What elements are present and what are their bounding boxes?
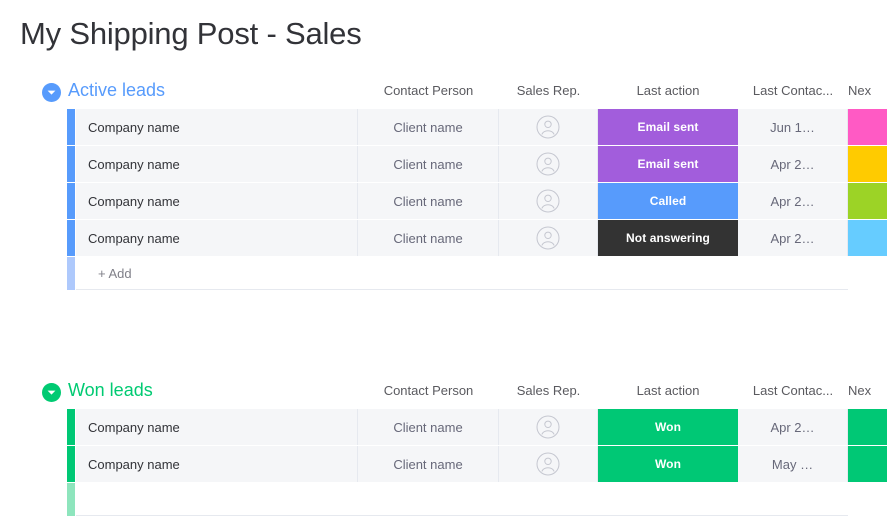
- person-avatar-icon: [536, 152, 560, 176]
- group-won-leads: Won leads Contact Person Sales Rep. Last…: [0, 378, 887, 516]
- cell-sales-rep[interactable]: [499, 109, 598, 145]
- cell-contact-person[interactable]: Client name: [358, 109, 499, 145]
- table-row[interactable]: Company name Client name Called Apr 2…: [0, 183, 887, 219]
- row-color-bar: [67, 446, 75, 482]
- cell-next-status[interactable]: [848, 183, 887, 219]
- column-header-contact-person[interactable]: Contact Person: [358, 381, 499, 400]
- add-row-color-bar: [67, 483, 75, 516]
- row-color-bar: [67, 183, 75, 219]
- cell-contact-person[interactable]: Client name: [358, 220, 499, 256]
- cell-last-action-status[interactable]: Called: [598, 183, 738, 219]
- cell-last-action-status[interactable]: Won: [598, 446, 738, 482]
- cell-company-name[interactable]: Company name: [76, 220, 358, 256]
- cell-last-contact-date[interactable]: May …: [738, 446, 848, 482]
- board-canvas: My Shipping Post - Sales Active leads Co…: [0, 0, 887, 518]
- add-row[interactable]: [0, 483, 887, 516]
- column-header-last-contact[interactable]: Last Contac...: [738, 81, 848, 100]
- cell-company-name[interactable]: Company name: [76, 409, 358, 445]
- cell-sales-rep[interactable]: [499, 446, 598, 482]
- person-avatar-icon: [536, 115, 560, 139]
- page-title: My Shipping Post - Sales: [20, 16, 362, 51]
- cell-next-status[interactable]: [848, 220, 887, 256]
- group-rows: Company name Client name Email sent Jun …: [0, 109, 887, 290]
- table-row[interactable]: Company name Client name Email sent Jun …: [0, 109, 887, 145]
- cell-sales-rep[interactable]: [499, 146, 598, 182]
- column-header-sales-rep[interactable]: Sales Rep.: [499, 81, 598, 100]
- add-item-button[interactable]: [76, 483, 848, 516]
- cell-last-contact-date[interactable]: Apr 2…: [738, 183, 848, 219]
- cell-last-contact-date[interactable]: Jun 1…: [738, 109, 848, 145]
- cell-next-status[interactable]: [848, 146, 887, 182]
- cell-next-status[interactable]: [848, 446, 887, 482]
- person-avatar-icon: [536, 189, 560, 213]
- cell-next-status[interactable]: [848, 109, 887, 145]
- column-header-next[interactable]: Nex: [848, 381, 887, 400]
- column-header-last-action[interactable]: Last action: [598, 81, 738, 100]
- cell-last-contact-date[interactable]: Apr 2…: [738, 146, 848, 182]
- table-row[interactable]: Company name Client name Won Apr 2…: [0, 409, 887, 445]
- cell-contact-person[interactable]: Client name: [358, 409, 499, 445]
- group-header: Won leads Contact Person Sales Rep. Last…: [0, 378, 887, 406]
- group-active-leads: Active leads Contact Person Sales Rep. L…: [0, 78, 887, 290]
- cell-next-status[interactable]: [848, 409, 887, 445]
- group-rows: Company name Client name Won Apr 2… Comp…: [0, 409, 887, 516]
- column-header-next[interactable]: Nex: [848, 81, 887, 100]
- cell-sales-rep[interactable]: [499, 220, 598, 256]
- group-title[interactable]: Won leads: [68, 378, 153, 402]
- cell-contact-person[interactable]: Client name: [358, 146, 499, 182]
- column-header-last-contact[interactable]: Last Contac...: [738, 381, 848, 400]
- cell-last-action-status[interactable]: Not answering: [598, 220, 738, 256]
- cell-sales-rep[interactable]: [499, 183, 598, 219]
- cell-company-name[interactable]: Company name: [76, 146, 358, 182]
- column-header-sales-rep[interactable]: Sales Rep.: [499, 381, 598, 400]
- chevron-down-icon[interactable]: [42, 83, 61, 102]
- cell-last-contact-date[interactable]: Apr 2…: [738, 220, 848, 256]
- add-row-color-bar: [67, 257, 75, 290]
- row-color-bar: [67, 220, 75, 256]
- table-row[interactable]: Company name Client name Not answering A…: [0, 220, 887, 256]
- column-header-last-action[interactable]: Last action: [598, 381, 738, 400]
- add-row[interactable]: + Add: [0, 257, 887, 290]
- cell-last-action-status[interactable]: Email sent: [598, 109, 738, 145]
- person-avatar-icon: [536, 415, 560, 439]
- person-avatar-icon: [536, 226, 560, 250]
- cell-contact-person[interactable]: Client name: [358, 183, 499, 219]
- cell-sales-rep[interactable]: [499, 409, 598, 445]
- group-header: Active leads Contact Person Sales Rep. L…: [0, 78, 887, 106]
- add-item-button[interactable]: + Add: [76, 257, 848, 290]
- table-row[interactable]: Company name Client name Won May …: [0, 446, 887, 482]
- person-avatar-icon: [536, 452, 560, 476]
- row-color-bar: [67, 146, 75, 182]
- chevron-down-icon[interactable]: [42, 383, 61, 402]
- row-color-bar: [67, 409, 75, 445]
- row-color-bar: [67, 109, 75, 145]
- cell-last-action-status[interactable]: Won: [598, 409, 738, 445]
- cell-last-contact-date[interactable]: Apr 2…: [738, 409, 848, 445]
- cell-company-name[interactable]: Company name: [76, 446, 358, 482]
- group-title[interactable]: Active leads: [68, 78, 165, 102]
- cell-company-name[interactable]: Company name: [76, 183, 358, 219]
- table-row[interactable]: Company name Client name Email sent Apr …: [0, 146, 887, 182]
- cell-company-name[interactable]: Company name: [76, 109, 358, 145]
- cell-contact-person[interactable]: Client name: [358, 446, 499, 482]
- column-header-contact-person[interactable]: Contact Person: [358, 81, 499, 100]
- cell-last-action-status[interactable]: Email sent: [598, 146, 738, 182]
